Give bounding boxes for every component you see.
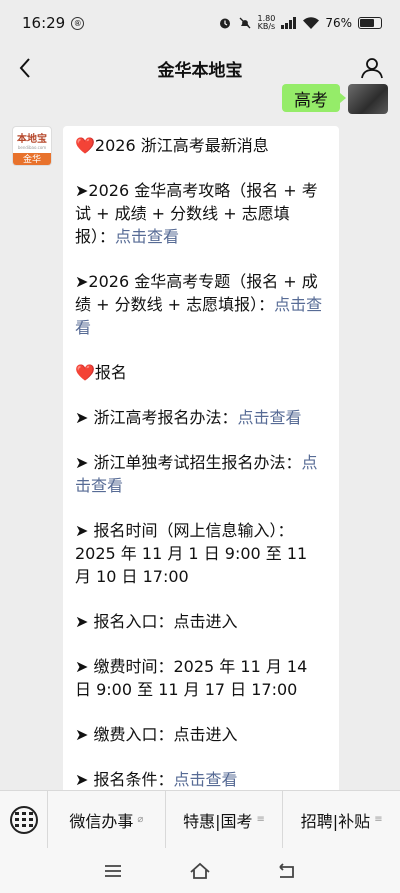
view-link[interactable]: 点击查看 xyxy=(115,227,179,246)
message-para: ❤️报名 xyxy=(75,363,127,382)
status-bar: 16:29 ® 1.80 KB/s 76% xyxy=(0,0,400,46)
logo-url: bendibao.com xyxy=(17,145,47,150)
message-para[interactable]: ➤ 报名入口：点击进入 xyxy=(75,610,327,633)
message-para: ➤ 缴费时间：2025 年 11 月 14 日 9:00 至 11 月 17 日… xyxy=(75,657,308,699)
message-para: ➤2026 金华高考攻略（报名 + 考试 + 成绩 + 分数线 + 志愿填报）：… xyxy=(75,181,318,246)
menu-item-jobs[interactable]: 招聘|补贴 ≡ xyxy=(283,791,400,849)
network-speed: 1.80 KB/s xyxy=(257,14,276,31)
message-para: ➤ 浙江高考报名办法：点击查看 xyxy=(75,408,302,427)
sent-message-bubble[interactable]: 高考 xyxy=(282,84,346,112)
logo-city: 金华 xyxy=(13,153,51,165)
profile-icon[interactable] xyxy=(360,56,384,80)
account-menu-bar: 微信办事 ⌀ 特惠|国考 ≡ 招聘|补贴 ≡ xyxy=(0,790,400,849)
battery-percent: 76% xyxy=(325,16,352,30)
logo-name: 本地宝 xyxy=(17,134,47,145)
back-icon[interactable] xyxy=(14,56,38,80)
submenu-icon: ≡ xyxy=(374,814,383,825)
battery-icon xyxy=(358,17,382,29)
heart-icon: ❤️ xyxy=(75,136,95,155)
message-para: ➤ 报名时间（网上信息输入）：2025 年 11 月 1 日 9:00 至 11… xyxy=(75,521,308,586)
message-para[interactable]: ➤ 缴费入口：点击进入 xyxy=(75,723,327,746)
view-link[interactable]: 点击查看 xyxy=(238,408,302,427)
user-avatar[interactable] xyxy=(348,84,388,114)
back-nav-icon[interactable] xyxy=(276,860,298,882)
message-para: ➤ 报名条件：点击查看 xyxy=(75,770,238,789)
menu-item-deals[interactable]: 特惠|国考 ≡ xyxy=(166,790,284,849)
keyboard-icon xyxy=(9,805,38,834)
message-para: ➤ 浙江单独考试招生报名办法：点击查看 xyxy=(75,453,318,495)
menu-item-wechat-services[interactable]: 微信办事 ⌀ xyxy=(48,790,166,849)
sent-message-row: 高考 xyxy=(282,84,388,114)
heart-icon: ❤️ xyxy=(75,363,95,382)
message-para: ➤2026 金华高考专题（报名 + 成绩 + 分数线 + 志愿填报）：点击查看 xyxy=(75,272,323,337)
account-avatar[interactable]: 本地宝 bendibao.com 金华 xyxy=(12,126,52,166)
link-icon: ⌀ xyxy=(137,814,144,825)
signal-icon xyxy=(281,17,297,29)
system-nav-bar xyxy=(0,848,400,893)
chat-title: 金华本地宝 xyxy=(157,60,243,81)
alarm-icon xyxy=(219,18,230,29)
notification-icon: ® xyxy=(71,16,85,30)
mute-icon xyxy=(239,17,250,29)
status-time: 16:29 xyxy=(22,14,66,32)
submenu-icon: ≡ xyxy=(256,814,265,825)
wifi-icon xyxy=(303,17,320,29)
menu-icon[interactable] xyxy=(102,860,124,882)
home-icon[interactable] xyxy=(189,860,211,882)
keyboard-toggle[interactable] xyxy=(0,790,48,849)
received-message-bubble[interactable]: ❤️2026 浙江高考最新消息 ➤2026 金华高考攻略（报名 + 考试 + 成… xyxy=(63,126,339,826)
sent-message-text: 高考 xyxy=(294,90,328,111)
view-link[interactable]: 点击查看 xyxy=(174,770,238,789)
message-para: ❤️2026 浙江高考最新消息 xyxy=(75,136,269,155)
